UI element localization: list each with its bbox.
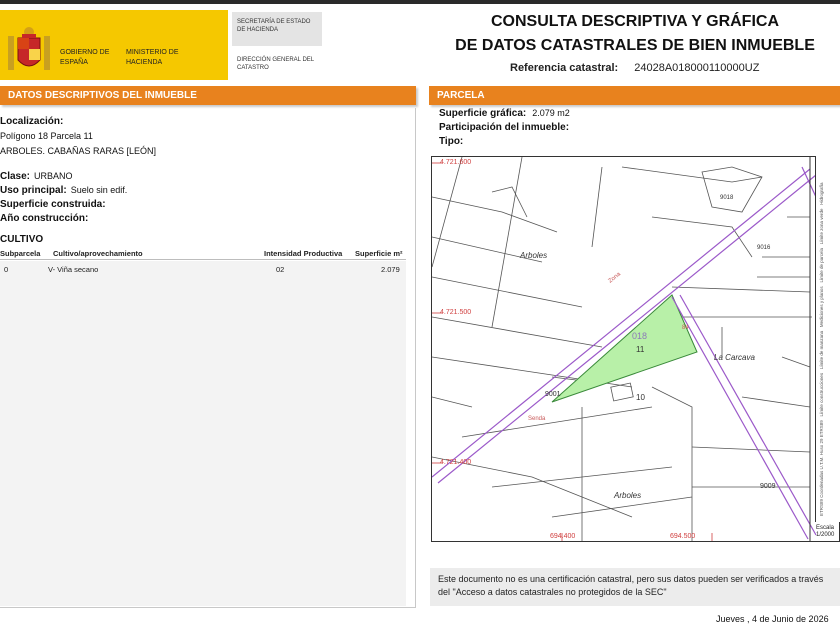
neighbor-number: 10 — [636, 393, 645, 402]
disclaimer-note: Este documento no es una certificación c… — [430, 568, 840, 606]
legend-zona-verde: Límite zona verde — [819, 208, 824, 245]
cell-superficie: 2.079 — [381, 265, 400, 274]
ministerio-label: MINISTERIO DE HACIENDA — [126, 49, 179, 66]
scale-label: Escala — [816, 525, 835, 531]
legend-mediciones: Mediciones y planos — [819, 286, 824, 328]
referencia-catastral: Referencia catastral: 24028A018000110000U… — [510, 62, 759, 74]
legend-manzana: Límite de manzana — [819, 330, 824, 370]
cell-subparcela: 0 — [4, 265, 9, 274]
cadastral-map[interactable]: Zona 84 Senda 4.721.600 4.721.500 4.721.… — [431, 156, 840, 542]
top-rule — [0, 0, 840, 4]
coord-y3: 4.721.400 — [440, 459, 472, 466]
label-9009: 9009 — [760, 483, 776, 490]
svg-text:Senda: Senda — [528, 416, 546, 422]
participacion-label: Participación del inmueble: — [439, 122, 570, 133]
svg-text:Zona: Zona — [608, 271, 623, 285]
cell-cultivo: V- Viña secano — [48, 265, 99, 274]
direccion-label: DIRECCIÓN GENERAL DEL CATASTRO — [237, 57, 314, 71]
legend-construcciones: Límite construcciones — [819, 372, 824, 417]
superficie-grafica-label: Superficie gráfica: — [439, 108, 527, 119]
ref-label: Referencia catastral: — [510, 62, 619, 74]
coord-x2: 694.500 — [670, 533, 696, 540]
title-line-1: CONSULTA DESCRIPTIVA Y GRÁFICA — [490, 13, 779, 30]
place-arboles-1: Arboles — [520, 251, 548, 260]
svg-text:84: 84 — [682, 325, 689, 331]
ref-value: 24028A018000110000UZ — [634, 62, 760, 74]
coat-of-arms-icon — [8, 27, 50, 70]
superficie-construida-label: Superficie construida: — [0, 199, 106, 210]
table-header-subparcela: Subparcela — [0, 249, 41, 258]
uso-label: Uso principal: — [0, 185, 67, 196]
gobierno-label: GOBIERNO DE ESPAÑA — [60, 49, 110, 66]
place-carcava: La Carcava — [714, 353, 755, 362]
coord-x1: 694.400 — [550, 533, 576, 540]
tipo-label: Tipo: — [439, 136, 464, 147]
legend-parcela: Límite de parcela — [819, 248, 824, 283]
localizacion-line1: Polígono 18 Parcela 11 — [0, 131, 93, 141]
table-divider — [0, 259, 406, 260]
localizacion-line2: ARBOLES. CABAÑAS RARAS [LEÓN] — [0, 146, 157, 156]
map-legend: ETRS89 Coordenadas U.T.M. Huso 29 ETRS89… — [815, 156, 840, 522]
label-9001: 9001 — [545, 391, 561, 398]
coord-y1: 4.721.600 — [440, 159, 472, 166]
localizacion-label: Localización: — [0, 116, 64, 127]
table-header-cultivo: Cultivo/aprovechamiento — [53, 249, 143, 258]
clase-label: Clase: — [0, 171, 31, 182]
legend-hidrografia: Hidrografía — [819, 182, 824, 205]
cultivo-title: CULTIVO — [0, 234, 44, 245]
table-body-bg — [0, 261, 406, 606]
scale-value: 1/2000 — [816, 532, 835, 538]
anio-construccion-label: Año construcción: — [0, 213, 89, 224]
section-title-descriptivos: DATOS DESCRIPTIVOS DEL INMUEBLE — [0, 86, 416, 105]
uso-row: Uso principal: Suelo sin edif. — [0, 185, 127, 196]
clase-value: URBANO — [34, 171, 73, 181]
place-arboles-2: Arboles — [614, 491, 642, 500]
coord-y2: 4.721.500 — [440, 309, 472, 316]
legend-text: ETRS89 Coordenadas U.T.M. Huso 29 ETRS89… — [819, 176, 824, 516]
uso-value: Suelo sin edif. — [70, 185, 128, 195]
scale-box: Escala 1/2000 — [816, 525, 834, 539]
clase-row: Clase: URBANO — [0, 171, 73, 182]
title-line-2: DE DATOS CATASTRALES DE BIEN INMUEBLE — [455, 37, 815, 54]
parcel-number: 11 — [636, 345, 645, 354]
document-date: Jueves , 4 de Junio de 2026 — [716, 614, 829, 624]
government-header-band: GOBIERNO DE ESPAÑA MINISTERIO DE HACIEND… — [0, 10, 228, 80]
parcel-polygon-number: 018 — [632, 331, 648, 341]
superficie-grafica-row: Superficie gráfica: 2.079 m2 — [439, 108, 570, 119]
label-9018: 9018 — [720, 195, 734, 201]
cell-intensidad: 02 — [276, 265, 285, 274]
secretaria-label: SECRETARÍA DE ESTADO DE HACIENDA — [232, 12, 322, 46]
table-header-intensidad: Intensidad Productiva — [264, 249, 343, 258]
section-title-parcela: PARCELA — [429, 86, 840, 105]
superficie-grafica-value: 2.079 m2 — [532, 108, 570, 118]
page-title: CONSULTA DESCRIPTIVA Y GRÁFICA DE DATOS … — [440, 10, 830, 58]
label-9016: 9016 — [757, 245, 771, 251]
table-header-superficie: Superficie m² — [355, 249, 403, 258]
legend-crs: ETRS89 Coordenadas U.T.M. Huso 29 ETRS89 — [819, 420, 824, 516]
